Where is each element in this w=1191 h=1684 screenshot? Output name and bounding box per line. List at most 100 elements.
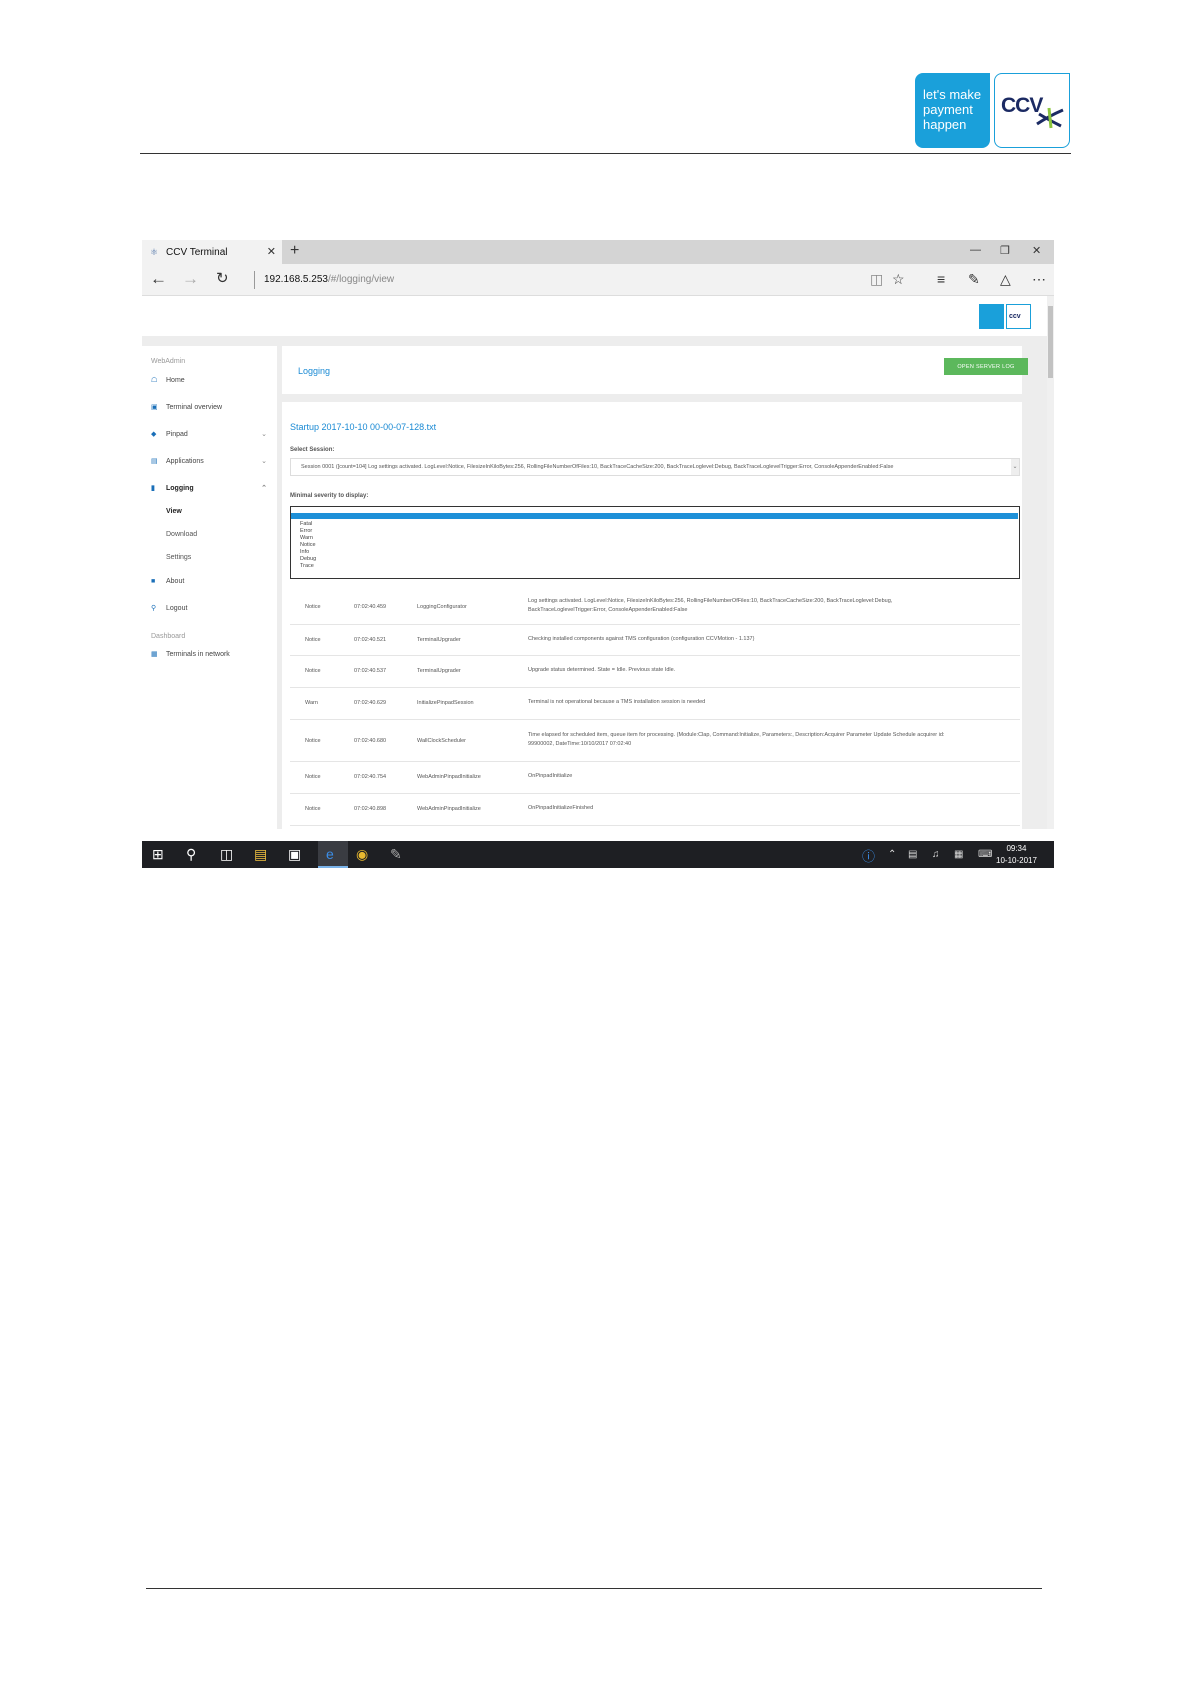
chevron-down-icon: ⌄	[1011, 459, 1019, 475]
sidebar-item-logout[interactable]: ⚲ Logout	[151, 602, 271, 614]
severity-selected-option[interactable]	[291, 513, 1018, 519]
sidebar-item-pinpad[interactable]: ◆ Pinpad ⌄	[151, 428, 271, 440]
log-time: 07:02:40.754	[354, 774, 387, 780]
forward-icon[interactable]: →	[182, 269, 199, 289]
restore-icon[interactable]: ❐	[1000, 244, 1010, 257]
severity-option[interactable]: Error	[300, 528, 312, 534]
task-view-icon[interactable]: ◫	[220, 846, 233, 863]
logo-tagline-block: let's make payment happen	[915, 73, 990, 148]
clock-time: 09:34	[1006, 844, 1027, 853]
edge-taskbar-button[interactable]: e	[318, 841, 348, 868]
sidebar-item-label: Logging	[166, 484, 194, 492]
sidebar-item-terminal-overview[interactable]: ▣ Terminal overview	[151, 401, 271, 413]
severity-option[interactable]: Warn	[300, 535, 313, 541]
windows-taskbar: ⊞ ⚲ ◫ ▤ ▣ e ◉ ✎ ⓘ ⌃ ▤ ♫ ▦ ⌨ 09:34 10-10-…	[142, 841, 1054, 868]
new-tab-icon[interactable]: +	[290, 242, 299, 260]
log-message: Upgrade status determined. State = Idle.…	[528, 667, 676, 673]
sidebar-item-home[interactable]: ☖ Home	[151, 374, 271, 386]
log-row: Notice 07:02:40.521 TerminalUpgrader Che…	[290, 625, 1020, 656]
share-icon[interactable]: △	[1000, 271, 1011, 288]
battery-icon[interactable]: ▤	[908, 849, 917, 860]
keyboard-icon[interactable]: ⌨	[978, 849, 992, 860]
app-logo: ccv	[979, 304, 1031, 329]
sidebar-item-logging[interactable]: ▮ Logging ⌃	[151, 482, 271, 494]
severity-option[interactable]: Debug	[300, 556, 316, 562]
sidebar-item-label: Terminal overview	[166, 403, 223, 411]
network-icon[interactable]: ▦	[954, 849, 963, 860]
severity-option[interactable]: Notice	[300, 542, 316, 548]
log-row: Notice 07:02:40.898 WebAdminPinpadInitia…	[290, 794, 1020, 826]
log-source: WebAdminPinpadInitialize	[417, 806, 481, 812]
document-header-rule	[140, 153, 1071, 154]
windows-start-icon[interactable]: ⊞	[152, 846, 164, 863]
layers-icon: ◆	[151, 431, 157, 438]
store-icon[interactable]: ▣	[288, 846, 301, 863]
grid-icon: ▦	[151, 651, 158, 658]
refresh-icon[interactable]: ↻	[216, 269, 229, 287]
log-file-title: Startup 2017-10-10 00-00-07-128.txt	[290, 422, 437, 432]
paint-icon[interactable]: ✎	[390, 846, 402, 863]
open-server-log-button[interactable]: OPEN SERVER LOG	[944, 358, 1028, 375]
select-session-label: Select Session:	[290, 447, 335, 453]
sidebar-subitem-view[interactable]: View	[166, 508, 182, 515]
help-icon[interactable]: ⓘ	[862, 846, 875, 865]
severity-option[interactable]: Fatal	[300, 521, 312, 527]
scrollbar-thumb[interactable]	[1048, 306, 1053, 378]
browser-tab-bar: ⚛ CCV Terminal ✕ + — ❐ ✕	[142, 240, 1054, 264]
web-note-icon[interactable]: ✎	[968, 271, 980, 288]
volume-icon[interactable]: ♫	[932, 849, 940, 860]
page-scrollbar[interactable]	[1047, 296, 1054, 829]
more-icon[interactable]: ⋯	[1032, 271, 1046, 288]
url-field[interactable]: 192.168.5.253/#/logging/view	[264, 274, 394, 285]
sidebar-item-applications[interactable]: ▤ Applications ⌄	[151, 455, 271, 467]
sidebar-item-about[interactable]: ■ About	[151, 575, 271, 587]
window-icon: ▤	[151, 458, 158, 465]
sidebar-item-label: Terminals in network	[166, 650, 230, 658]
favicon-icon: ⚛	[150, 247, 159, 257]
sidebar-item-label: Pinpad	[166, 430, 188, 438]
url-path: /#/logging/view	[327, 274, 395, 285]
log-time: 07:02:40.629	[354, 700, 387, 706]
logo-star-icon	[1036, 107, 1064, 129]
log-message: OnPinpadInitialize	[528, 773, 573, 779]
url-separator	[254, 271, 255, 289]
log-source: TerminalUpgrader	[417, 668, 461, 674]
lock-icon: ⚲	[151, 605, 157, 612]
taskbar-clock[interactable]: 09:34 10-10-2017	[996, 843, 1037, 867]
session-select[interactable]: Session 0001 ([count=104] Log settings a…	[290, 458, 1020, 476]
sidebar-subitem-settings[interactable]: Settings	[166, 554, 191, 561]
chrome-icon[interactable]: ◉	[356, 846, 368, 863]
favorite-star-icon[interactable]: ☆	[892, 271, 905, 288]
tab-title: CCV Terminal	[166, 246, 228, 258]
browser-tab[interactable]: ⚛ CCV Terminal ✕	[142, 240, 282, 264]
severity-option[interactable]: Info	[300, 549, 309, 555]
info-icon: ■	[151, 577, 156, 585]
file-explorer-icon[interactable]: ▤	[254, 846, 267, 863]
chevron-up-icon[interactable]: ⌃	[888, 849, 896, 860]
log-source: WallClockScheduler	[417, 738, 467, 744]
back-icon[interactable]: ←	[150, 269, 167, 289]
hub-icon[interactable]: ≡	[937, 271, 945, 287]
url-host: 192.168.5.253	[264, 274, 328, 285]
ccv-document-logo: let's make payment happen CCV	[915, 73, 1071, 148]
sidebar: WebAdmin ☖ Home ▣ Terminal overview ◆ Pi…	[142, 346, 277, 829]
severity-option[interactable]: Trace	[300, 563, 314, 569]
log-row: Notice 07:02:40.754 WebAdminPinpadInitia…	[290, 762, 1020, 794]
minimize-icon[interactable]: —	[970, 244, 981, 256]
reading-view-icon[interactable]: ◫	[870, 271, 883, 288]
sidebar-subitem-download[interactable]: Download	[166, 531, 197, 538]
sidebar-item-terminals-in-network[interactable]: ▦ Terminals in network	[151, 648, 271, 660]
logo-tagline-line3: happen	[923, 117, 967, 132]
edge-icon: e	[326, 846, 334, 862]
search-icon[interactable]: ⚲	[186, 846, 196, 863]
log-time: 07:02:40.521	[354, 637, 387, 643]
tab-close-icon[interactable]: ✕	[267, 245, 276, 258]
log-message: Terminal is not operational because a TM…	[528, 699, 706, 705]
severity-listbox[interactable]: Fatal Error Warn Notice Info Debug Trace	[290, 506, 1020, 579]
log-source: LoggingConfigurator	[417, 604, 467, 610]
log-message: Time elapsed for scheduled item, queue i…	[528, 732, 945, 747]
log-time: 07:02:40.898	[354, 806, 387, 812]
close-window-icon[interactable]: ✕	[1032, 244, 1041, 257]
page-title: Logging	[298, 366, 331, 376]
logo-brand-block: CCV	[994, 73, 1070, 148]
